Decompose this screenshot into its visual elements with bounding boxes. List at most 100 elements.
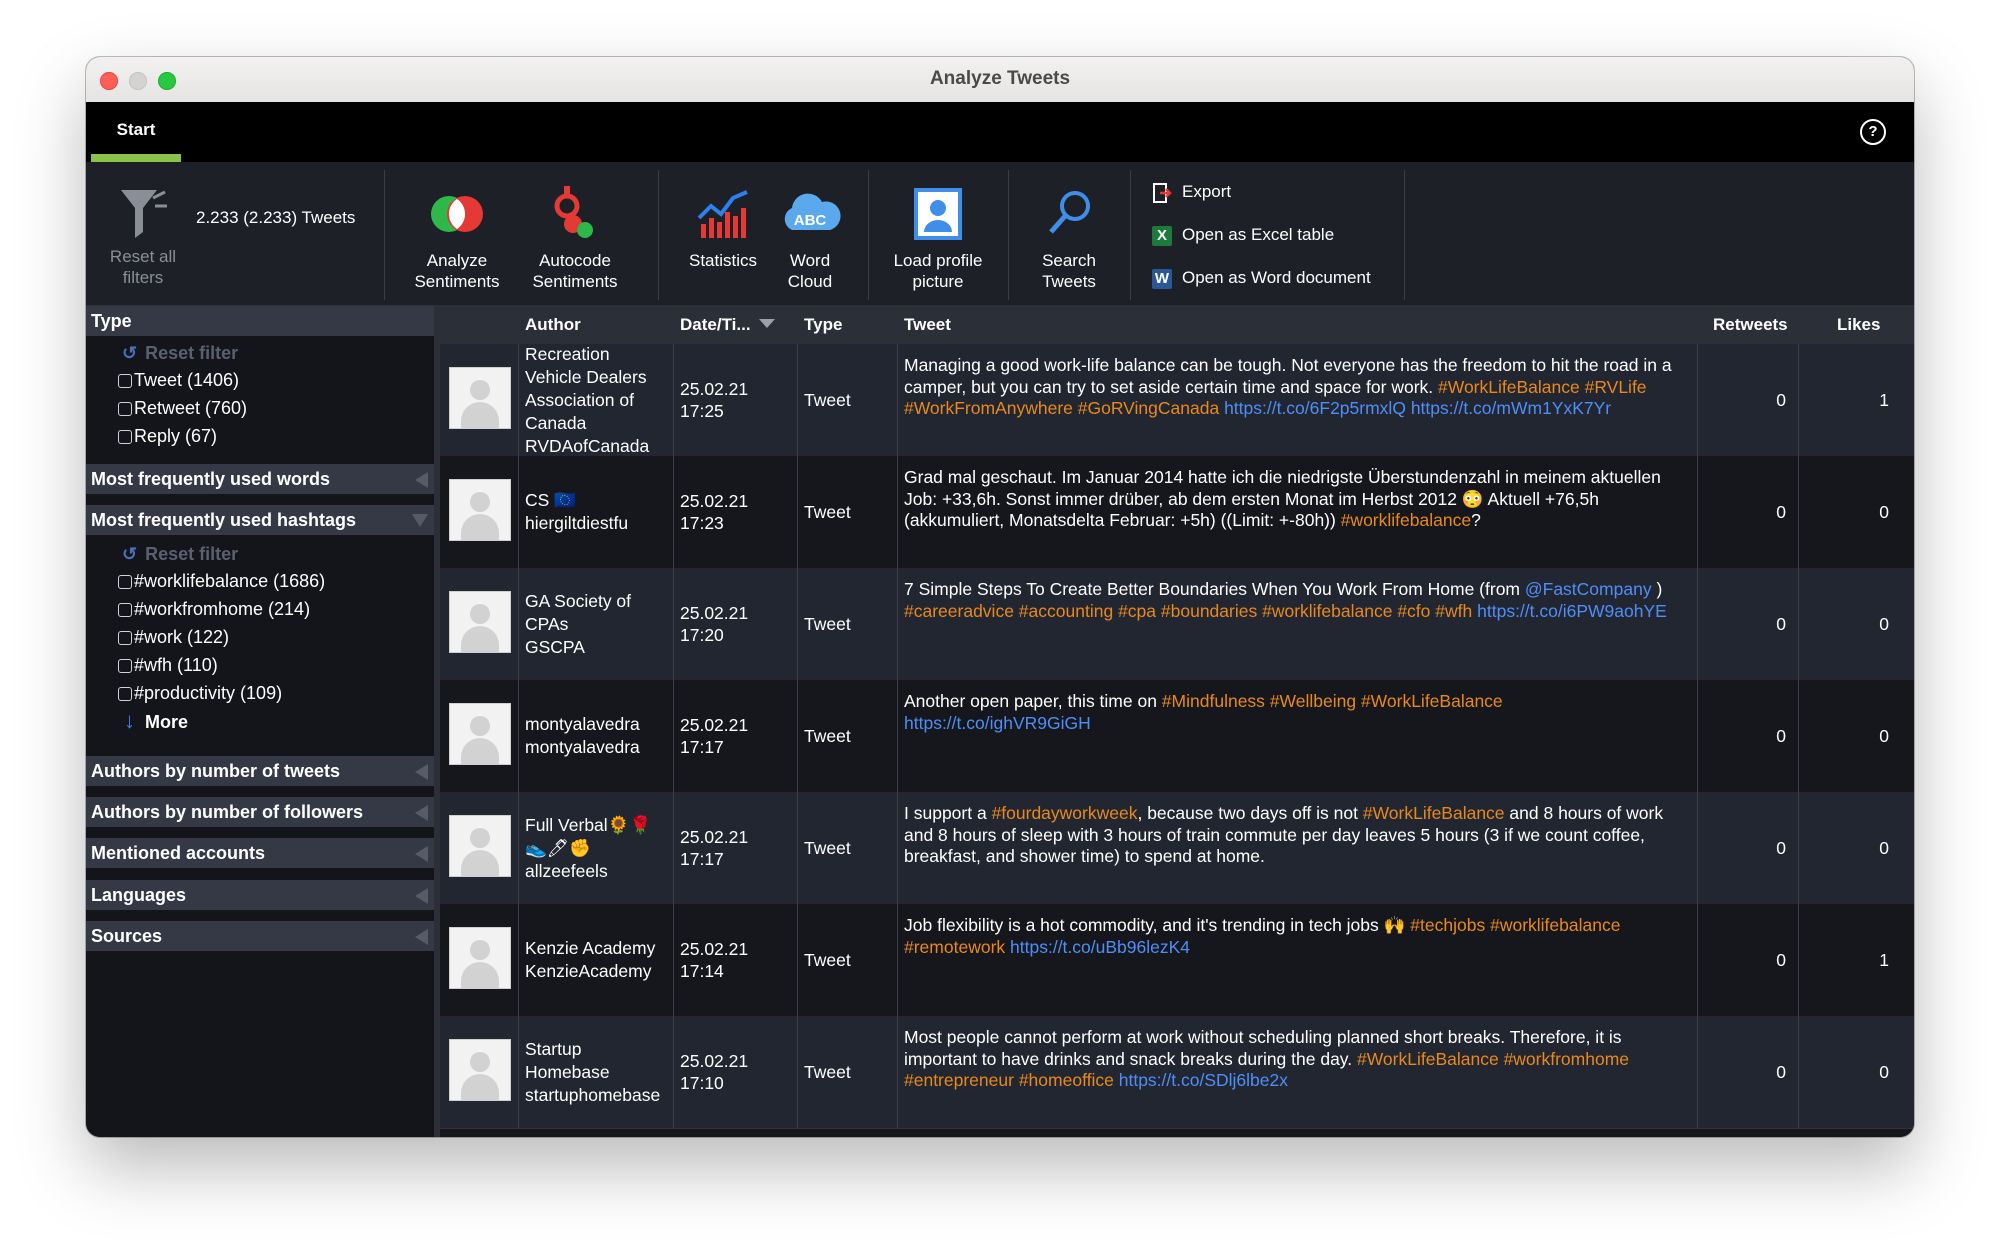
- section-mentioned-accounts[interactable]: Mentioned accounts: [86, 838, 434, 868]
- type-filter-retweet[interactable]: Retweet (760): [118, 395, 247, 421]
- hashtag-link[interactable]: #worklifebalance: [1262, 601, 1392, 621]
- column-header-likes[interactable]: Likes: [1837, 306, 1880, 344]
- table-row[interactable]: Recreation Vehicle Dealers Association of C…: [440, 344, 1914, 457]
- export-button[interactable]: Export: [1152, 179, 1231, 205]
- hashtag-link[interactable]: #techjobs: [1410, 915, 1485, 935]
- open-word-label: Open as Word document: [1182, 268, 1371, 287]
- more-hashtags-link[interactable]: ↓ More: [124, 708, 188, 734]
- column-header-author[interactable]: Author: [525, 306, 581, 344]
- column-header-type[interactable]: Type: [804, 306, 842, 344]
- hashtag-link[interactable]: #homeoffice: [1019, 1070, 1114, 1090]
- filter-group: Reset all filters 2.233 (2.233) Tweets: [86, 170, 385, 300]
- hashtag-link[interactable]: #RVLife: [1585, 377, 1647, 397]
- hashtag-filter-item[interactable]: #work (122): [118, 624, 229, 650]
- table-row[interactable]: montyalavedra montyalavedra 25.02.21 17:17 T…: [440, 680, 1914, 793]
- column-header-retweets[interactable]: Retweets: [1713, 306, 1788, 344]
- type-filter-reply[interactable]: Reply (67): [118, 423, 217, 449]
- section-authors-by-followers[interactable]: Authors by number of followers: [86, 797, 434, 827]
- hashtag-link[interactable]: #WorkLifeBalance: [1357, 1049, 1499, 1069]
- hashtag-filter-item[interactable]: #wfh (110): [118, 652, 218, 678]
- hashtag-link[interactable]: #boundaries: [1161, 601, 1257, 621]
- help-icon[interactable]: ?: [1860, 119, 1886, 145]
- author-line: hiergiltdiestfu: [525, 513, 629, 533]
- tweet-cell: I support a #fourdayworkweek, because tw…: [898, 792, 1698, 904]
- hashtag-filter-item[interactable]: #workfromhome (214): [118, 596, 310, 622]
- hashtag-link[interactable]: #fourdayworkweek: [992, 803, 1138, 823]
- search-tweets-button[interactable]: Search Tweets: [1024, 182, 1114, 292]
- table-row[interactable]: Startup Homebase startuphomebase 25.02.21 17…: [440, 1016, 1914, 1129]
- table-row[interactable]: Kenzie Academy KenzieAcademy 25.02.21 17:14…: [440, 904, 1914, 1017]
- url-link[interactable]: https://t.co/uBb96lezK4: [1010, 937, 1190, 957]
- hashtag-link[interactable]: #worklifebalance: [1341, 510, 1471, 530]
- column-header-date[interactable]: Date/Ti...: [680, 306, 775, 344]
- hashtag-link[interactable]: #worklifebalance: [1490, 915, 1620, 935]
- checkbox[interactable]: [118, 603, 132, 617]
- hashtag-link[interactable]: #WorkFromAnywhere: [904, 398, 1073, 418]
- load-profile-picture-button[interactable]: Load profile picture: [878, 182, 998, 292]
- avatar: [449, 1039, 511, 1101]
- open-excel-button[interactable]: X Open as Excel table: [1152, 222, 1334, 248]
- url-link[interactable]: https://t.co/6F2p5rmxlQ: [1224, 398, 1406, 418]
- section-frequent-words[interactable]: Most frequently used words: [86, 464, 434, 494]
- section-sources[interactable]: Sources: [86, 921, 434, 951]
- avatar: [449, 703, 511, 765]
- type-filter-tweet[interactable]: Tweet (1406): [118, 367, 239, 393]
- url-link[interactable]: https://t.co/ighVR9GiGH: [904, 713, 1091, 733]
- hashtag-link[interactable]: #cfo: [1397, 601, 1430, 621]
- date-cell: 25.02.21 17:23: [674, 456, 798, 568]
- checkbox[interactable]: [118, 430, 132, 444]
- checkbox[interactable]: [118, 659, 132, 673]
- checkbox[interactable]: [118, 402, 132, 416]
- mention-link[interactable]: @FastCompany: [1525, 579, 1652, 599]
- analyze-sentiments-button[interactable]: Analyze Sentiments: [402, 182, 512, 292]
- hashtag-link[interactable]: #remotework: [904, 937, 1005, 957]
- hashtag-link[interactable]: #careeradvice: [904, 601, 1014, 621]
- open-word-button[interactable]: W Open as Word document: [1152, 265, 1371, 291]
- hashtag-link[interactable]: #WorkLifeBalance: [1361, 691, 1503, 711]
- hashtag-link[interactable]: #GoRVingCanada: [1078, 398, 1219, 418]
- hashtag-link[interactable]: #WorkLifeBalance: [1363, 803, 1505, 823]
- analyze-sentiments-label-1: Analyze: [426, 251, 488, 270]
- hashtag-link[interactable]: #Mindfulness: [1162, 691, 1265, 711]
- tab-start[interactable]: Start: [91, 102, 181, 162]
- checkbox[interactable]: [118, 687, 132, 701]
- autocode-sentiments-button[interactable]: Autocode Sentiments: [520, 182, 630, 292]
- url-link[interactable]: https://t.co/SDlj6lbe2x: [1119, 1070, 1288, 1090]
- type-reset-filter[interactable]: ↺ Reset filter: [122, 343, 238, 364]
- hashtag-link[interactable]: #cpa: [1118, 601, 1156, 621]
- search-tweets-label-1: Search: [1042, 251, 1096, 270]
- checkbox[interactable]: [118, 575, 132, 589]
- reset-all-filters-button[interactable]: Reset all filters: [100, 182, 186, 288]
- section-type[interactable]: Type: [86, 306, 434, 336]
- url-link[interactable]: https://t.co/mWm1YxK7Yr: [1411, 398, 1611, 418]
- hashtag-link[interactable]: #entrepreneur: [904, 1070, 1014, 1090]
- table-row[interactable]: GA Society of CPAs GSCPA 25.02.21 17:20 Tweet…: [440, 568, 1914, 681]
- date-cell: 25.02.21 17:20: [674, 568, 798, 680]
- url-link[interactable]: https://t.co/i6PW9aohYE: [1477, 601, 1667, 621]
- tweet-type: Tweet: [804, 949, 851, 970]
- hashtag-filter-item[interactable]: #productivity (109): [118, 680, 282, 706]
- table-row[interactable]: Full Verbal🌻🌹 👟🖊✊ allzeefeels 25.02.21 17:17…: [440, 792, 1914, 905]
- checkbox[interactable]: [118, 374, 132, 388]
- section-frequent-hashtags[interactable]: Most frequently used hashtags: [86, 505, 434, 535]
- hashtag-reset-filter[interactable]: ↺ Reset filter: [122, 544, 238, 565]
- checkbox[interactable]: [118, 631, 132, 645]
- section-authors-by-tweets[interactable]: Authors by number of tweets: [86, 756, 434, 786]
- hashtag-link[interactable]: #workfromhome: [1504, 1049, 1629, 1069]
- table-row[interactable]: CS 🇪🇺 hiergiltdiestfu 25.02.21 17:23 Tweet Gr…: [440, 456, 1914, 569]
- hashtag-link[interactable]: #accounting: [1019, 601, 1113, 621]
- author-line: KenzieAcademy: [525, 961, 652, 981]
- section-languages[interactable]: Languages: [86, 880, 434, 910]
- hashtag-filter-label: #productivity (109): [134, 683, 283, 703]
- tweet-cell: Managing a good work-life balance can be…: [898, 344, 1698, 456]
- hashtag-link[interactable]: #wfh: [1435, 601, 1472, 621]
- author-line: CPAs: [525, 613, 569, 634]
- statistics-button[interactable]: Statistics: [678, 182, 768, 271]
- retweets-cell: 0: [1698, 680, 1799, 792]
- hashtag-link[interactable]: #Wellbeing: [1270, 691, 1356, 711]
- column-header-tweet[interactable]: Tweet: [904, 306, 951, 344]
- hashtag-filter-item[interactable]: #worklifebalance (1686): [118, 568, 325, 594]
- like-count: 1: [1879, 389, 1889, 410]
- word-cloud-button[interactable]: ABC Word Cloud: [770, 182, 850, 292]
- hashtag-link[interactable]: #WorkLifeBalance: [1438, 377, 1580, 397]
